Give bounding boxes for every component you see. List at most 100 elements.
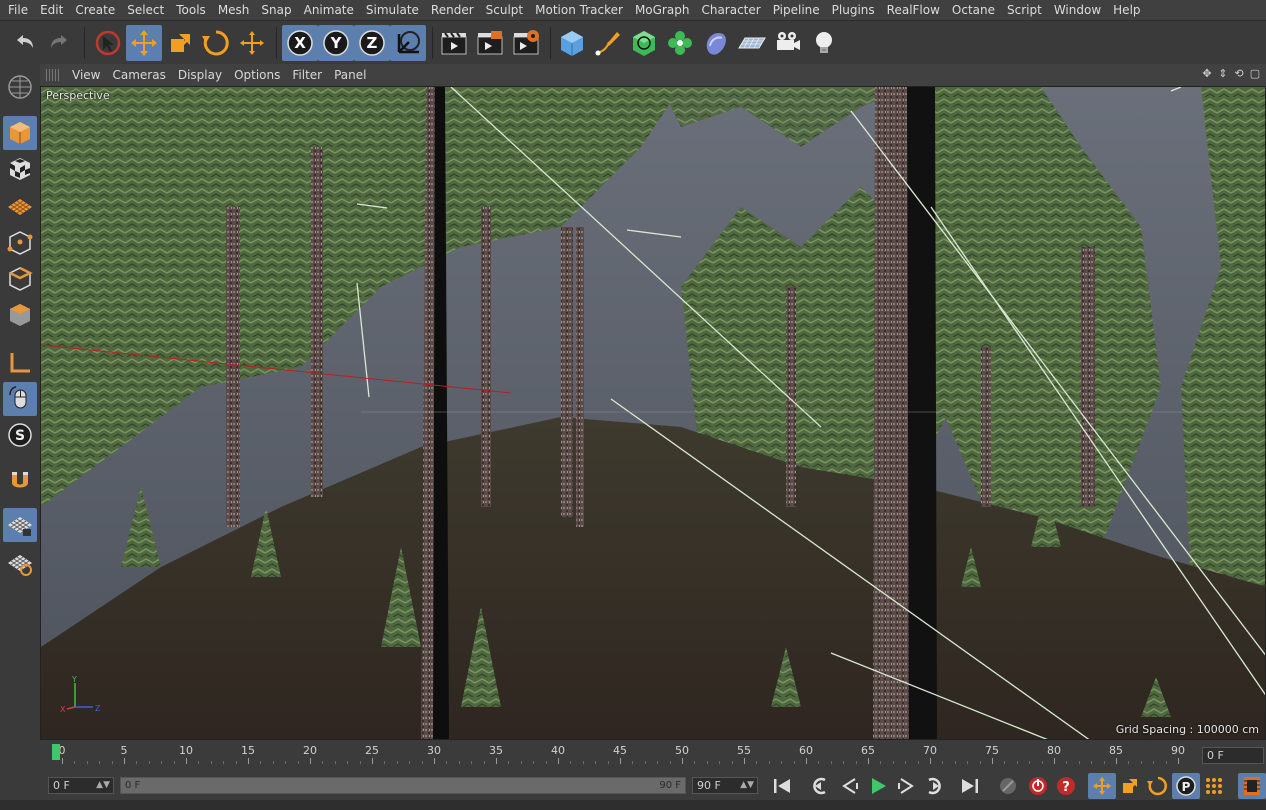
viewport-menu-display[interactable]: Display — [172, 68, 228, 82]
perspective-viewport[interactable]: Perspective Grid Spacing : 100000 cm Y X… — [40, 86, 1266, 740]
frame-ruler[interactable]: 0 5 10 15 20 25 30 35 40 45 50 55 60 65 70 75 80 85 90 — [50, 742, 1200, 768]
menu-simulate[interactable]: Simulate — [360, 0, 425, 20]
go-to-start-icon[interactable] — [768, 773, 796, 799]
cloner-icon[interactable] — [662, 25, 698, 61]
deformer-icon[interactable] — [698, 25, 734, 61]
menu-mesh[interactable]: Mesh — [212, 0, 256, 20]
subdivision-surface-icon[interactable] — [626, 25, 662, 61]
preview-range-slider[interactable]: 0 F 90 F — [120, 777, 686, 794]
z-axis-lock-icon[interactable]: Z — [354, 25, 390, 61]
playhead[interactable] — [52, 744, 60, 760]
locked-workplane-icon[interactable] — [3, 508, 37, 542]
menu-create[interactable]: Create — [69, 0, 121, 20]
menu-file[interactable]: File — [2, 0, 34, 20]
menu-render[interactable]: Render — [425, 0, 480, 20]
start-frame-field[interactable]: 0 F ▲▼ — [48, 777, 114, 794]
menu-help[interactable]: Help — [1107, 0, 1146, 20]
key-position-icon[interactable] — [1088, 773, 1116, 799]
coordinate-system-icon[interactable] — [390, 25, 426, 61]
axis-mode-icon[interactable] — [3, 346, 37, 380]
record-disabled-icon[interactable] — [994, 773, 1022, 799]
viewport-menu-cameras[interactable]: Cameras — [106, 68, 171, 82]
ruler-tick-label: 70 — [923, 744, 937, 757]
previous-frame-icon[interactable] — [836, 773, 864, 799]
menu-realflow[interactable]: RealFlow — [881, 0, 946, 20]
menu-octane[interactable]: Octane — [946, 0, 1001, 20]
menu-sculpt[interactable]: Sculpt — [480, 0, 529, 20]
tweak-mode-icon[interactable] — [3, 382, 37, 416]
current-frame-field[interactable]: 0 F — [1202, 747, 1264, 764]
undo-icon[interactable] — [6, 25, 42, 61]
viewport-menu-filter[interactable]: Filter — [286, 68, 328, 82]
menu-window[interactable]: Window — [1048, 0, 1107, 20]
ruler-minor-tick — [322, 761, 324, 764]
autokey-icon[interactable]: ? — [1052, 773, 1080, 799]
menu-script[interactable]: Script — [1001, 0, 1048, 20]
menu-tools[interactable]: Tools — [170, 0, 212, 20]
edges-mode-icon[interactable] — [3, 262, 37, 296]
viewport-menu-options[interactable]: Options — [228, 68, 286, 82]
camera-icon[interactable] — [770, 25, 806, 61]
viewport-menu-view[interactable]: View — [66, 68, 106, 82]
light-icon[interactable] — [806, 25, 842, 61]
x-axis-lock-icon[interactable]: X — [282, 25, 318, 61]
play-icon[interactable] — [864, 773, 892, 799]
cube-icon[interactable] — [554, 25, 590, 61]
key-parameter-icon[interactable]: P — [1172, 773, 1200, 799]
snap-magnet-icon[interactable] — [3, 464, 37, 498]
ruler-tick — [992, 758, 993, 764]
next-key-icon[interactable] — [920, 773, 948, 799]
y-axis-lock-icon[interactable]: Y — [318, 25, 354, 61]
pen-spline-icon[interactable] — [590, 25, 626, 61]
model-mode-icon[interactable] — [3, 116, 37, 150]
ruler-minor-tick — [148, 761, 150, 764]
menu-pipeline[interactable]: Pipeline — [767, 0, 826, 20]
redo-icon[interactable] — [42, 25, 78, 61]
key-rotation-icon[interactable] — [1144, 773, 1172, 799]
menu-plugins[interactable]: Plugins — [826, 0, 881, 20]
viewport-menu-panel[interactable]: Panel — [328, 68, 372, 82]
render-view-icon[interactable] — [436, 25, 472, 61]
previous-key-icon[interactable] — [806, 773, 834, 799]
menu-animate[interactable]: Animate — [298, 0, 360, 20]
menu-snap[interactable]: Snap — [255, 0, 297, 20]
zoom-view-icon[interactable]: ⇕ — [1216, 66, 1230, 80]
ruler-minor-tick — [446, 761, 448, 764]
end-frame-field[interactable]: 90 F ▲▼ — [692, 777, 758, 794]
solo-mode-icon[interactable]: S — [3, 418, 37, 452]
rotate-view-icon[interactable]: ⟲ — [1232, 66, 1246, 80]
scale-icon[interactable] — [162, 25, 198, 61]
rotate-icon[interactable] — [198, 25, 234, 61]
go-to-end-icon[interactable] — [956, 773, 984, 799]
recent-tool-icon[interactable] — [234, 25, 270, 61]
record-keys-icon[interactable] — [1024, 773, 1052, 799]
texture-mode-icon[interactable] — [3, 152, 37, 186]
edit-render-settings-icon[interactable] — [508, 25, 544, 61]
render-to-picture-viewer-icon[interactable] — [472, 25, 508, 61]
move-icon[interactable] — [126, 25, 162, 61]
menu-edit[interactable]: Edit — [34, 0, 69, 20]
points-mode-icon[interactable] — [3, 226, 37, 260]
ruler-tick-label: 60 — [799, 744, 813, 757]
world-grid-icon[interactable] — [3, 70, 37, 104]
menu-mograph[interactable]: MoGraph — [629, 0, 696, 20]
ruler-minor-tick — [793, 761, 795, 764]
next-frame-icon[interactable] — [892, 773, 920, 799]
workplane-mode-icon[interactable] — [3, 188, 37, 222]
toggle-view-icon[interactable]: ▢ — [1248, 66, 1262, 80]
floor-icon[interactable] — [734, 25, 770, 61]
polygons-mode-icon[interactable] — [3, 298, 37, 332]
timeline-window-icon[interactable] — [1238, 773, 1266, 799]
menu-select[interactable]: Select — [121, 0, 170, 20]
menu-motion-tracker[interactable]: Motion Tracker — [529, 0, 629, 20]
live-selection-icon[interactable] — [90, 25, 126, 61]
menu-character[interactable]: Character — [695, 0, 766, 20]
viewport-nav-icons: ✥ ⇕ ⟲ ▢ — [1200, 66, 1262, 80]
ruler-minor-tick — [210, 761, 212, 764]
planar-workplane-icon[interactable] — [3, 546, 37, 580]
key-scale-icon[interactable] — [1116, 773, 1144, 799]
pan-view-icon[interactable]: ✥ — [1200, 66, 1214, 80]
key-point-level-icon[interactable] — [1200, 773, 1228, 799]
timeline-ruler[interactable]: 0 5 10 15 20 25 30 35 40 45 50 55 60 65 70 75 80 85 90 0 F — [40, 740, 1266, 770]
drag-grip-icon[interactable] — [46, 69, 60, 81]
